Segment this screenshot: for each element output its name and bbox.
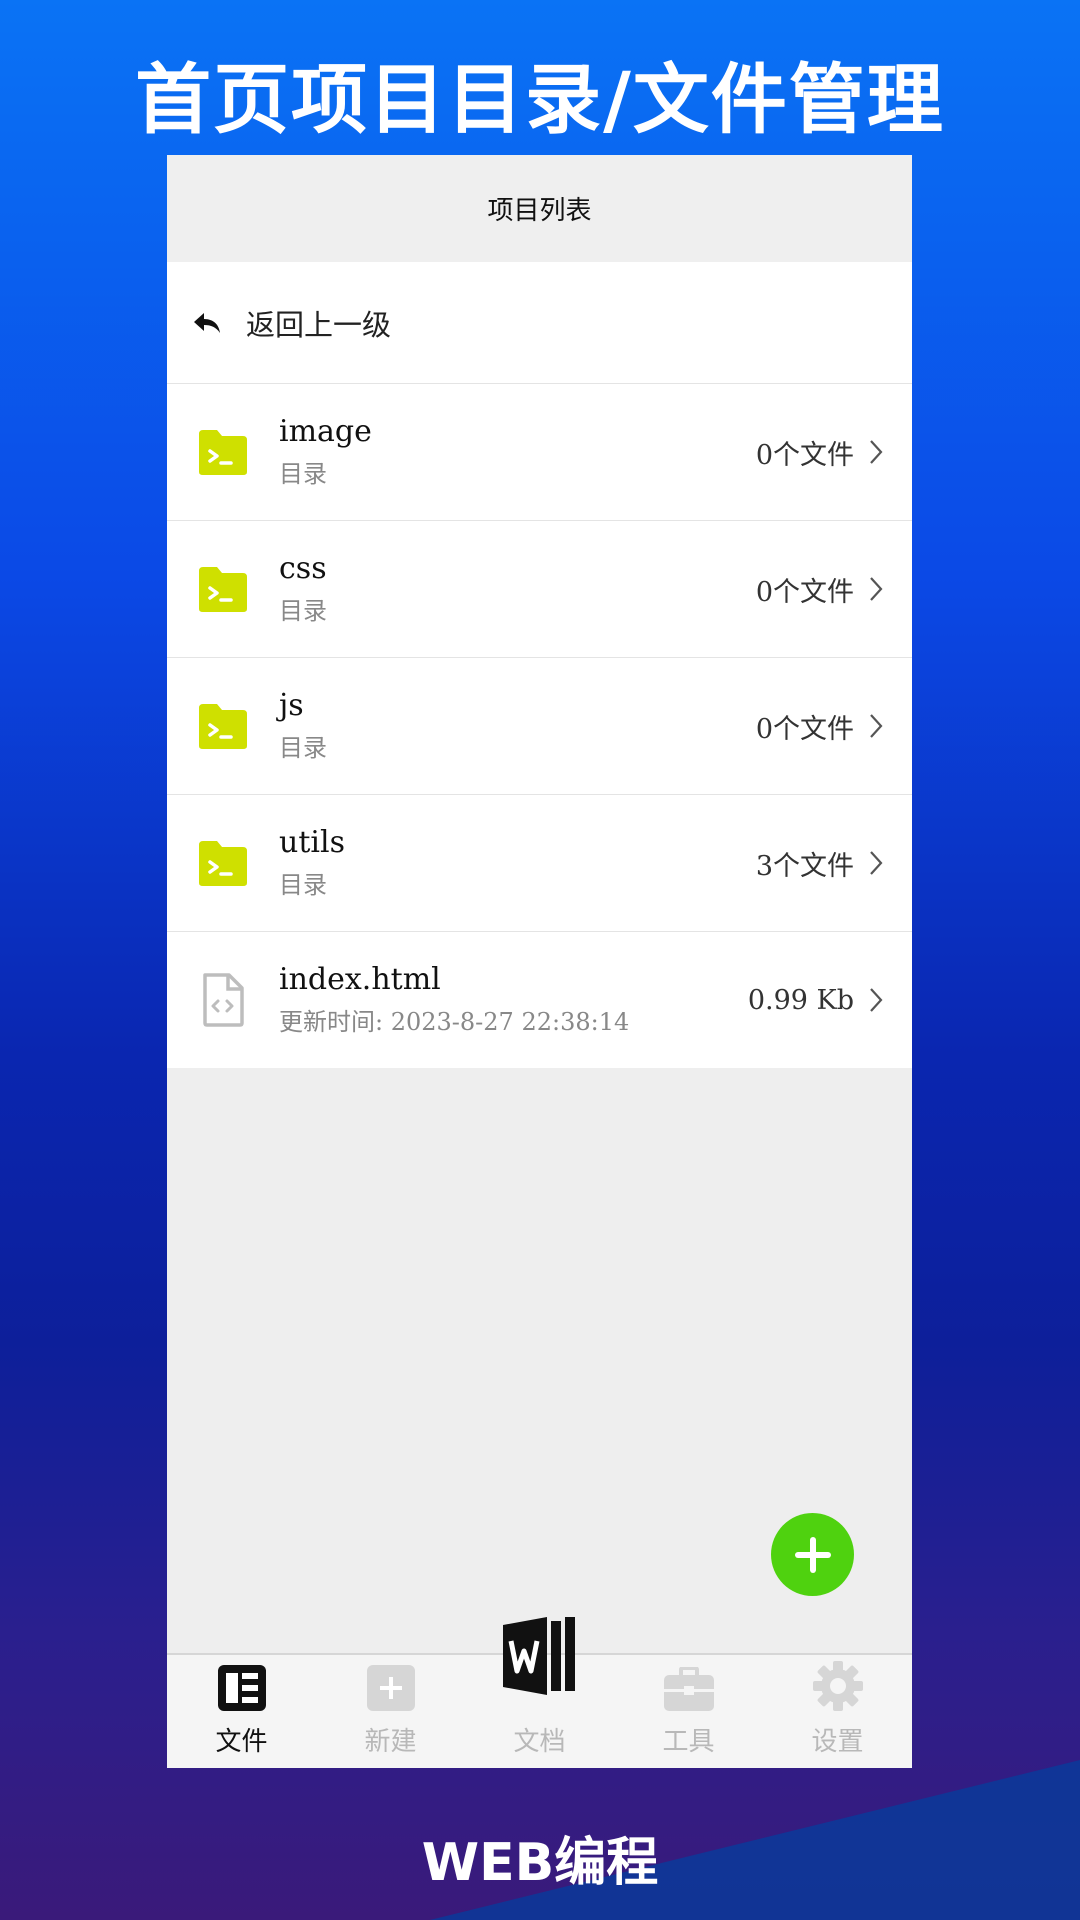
- item-name: index.html: [279, 962, 441, 997]
- item-updated-time: 更新时间: 2023-8-27 22:38:14: [279, 1008, 630, 1036]
- file-list-icon: [217, 1665, 266, 1711]
- phone-screen: 项目列表 返回上一级 image 目录 0个文件 css 目录 0个文件 js …: [167, 155, 912, 1768]
- tab-settings[interactable]: 设置: [763, 1655, 912, 1768]
- folder-terminal-icon: [199, 430, 247, 475]
- tab-files[interactable]: 文件: [167, 1655, 316, 1768]
- reply-arrow-icon: [194, 312, 220, 333]
- item-count: 0个文件: [755, 713, 854, 745]
- chevron-right-icon: [870, 714, 883, 738]
- page-title: 项目列表: [487, 196, 592, 226]
- bottom-tab-bar: 文件 新建 文档 工具 设置: [167, 1617, 912, 1768]
- toolbox-icon: [663, 1667, 714, 1711]
- tab-tools[interactable]: 工具: [614, 1655, 763, 1768]
- folder-terminal-icon: [199, 841, 247, 886]
- plus-icon: [794, 1536, 831, 1573]
- back-label: 返回上一级: [246, 307, 392, 342]
- item-size: 0.99 Kb: [747, 984, 854, 1016]
- list-item-index-html[interactable]: index.html 更新时间: 2023-8-27 22:38:14 0.99…: [167, 932, 912, 1068]
- chevron-right-icon: [870, 440, 883, 464]
- add-fab-button[interactable]: [771, 1513, 854, 1596]
- promo-title: 首页项目目录/文件管理: [135, 55, 945, 144]
- list-item-utils[interactable]: utils 目录 3个文件: [167, 795, 912, 932]
- tab-new[interactable]: 新建: [316, 1655, 465, 1768]
- file-list: image 目录 0个文件 css 目录 0个文件 js 目录 0个文件 uti…: [167, 384, 912, 1068]
- item-name: js: [279, 688, 304, 723]
- item-type: 目录: [279, 460, 327, 488]
- tab-label: 文件: [215, 1727, 268, 1757]
- chevron-right-icon: [870, 577, 883, 601]
- list-item-js[interactable]: js 目录 0个文件: [167, 658, 912, 795]
- list-item-css[interactable]: css 目录 0个文件: [167, 521, 912, 658]
- chevron-right-icon: [870, 851, 883, 875]
- item-count: 3个文件: [755, 850, 854, 882]
- item-name: css: [279, 551, 327, 586]
- item-name: utils: [279, 825, 345, 860]
- word-doc-icon: [502, 1617, 575, 1695]
- gear-icon: [812, 1661, 863, 1711]
- plus-square-icon: [366, 1665, 415, 1711]
- tab-label: 设置: [811, 1727, 864, 1757]
- tab-docs[interactable]: 文档: [465, 1617, 614, 1768]
- tab-label: 文档: [513, 1727, 566, 1757]
- code-file-icon: [203, 973, 244, 1027]
- folder-terminal-icon: [199, 567, 247, 612]
- tab-label: 新建: [364, 1727, 417, 1757]
- promo-footer: WEB编程: [421, 1833, 659, 1893]
- chevron-right-icon: [870, 988, 883, 1012]
- item-name: image: [279, 414, 372, 449]
- nav-header: 项目列表: [167, 155, 912, 262]
- item-type: 目录: [279, 597, 327, 625]
- tab-label: 工具: [662, 1727, 715, 1757]
- back-button[interactable]: 返回上一级: [167, 262, 912, 384]
- list-item-image[interactable]: image 目录 0个文件: [167, 384, 912, 521]
- item-count: 0个文件: [755, 439, 854, 471]
- folder-terminal-icon: [199, 704, 247, 749]
- item-type: 目录: [279, 734, 327, 762]
- item-count: 0个文件: [755, 576, 854, 608]
- item-type: 目录: [279, 871, 327, 899]
